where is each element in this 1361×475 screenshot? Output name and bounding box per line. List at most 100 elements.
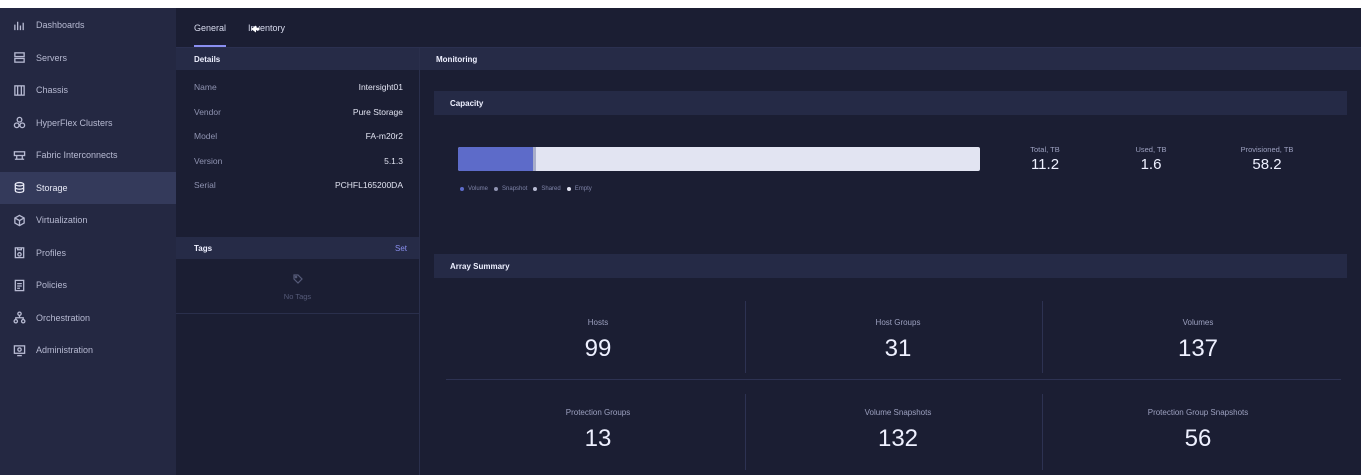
sidebar-item-administration[interactable]: Administration [0, 334, 176, 367]
legend-item-shared: Shared [533, 186, 561, 192]
capacity-bar-snapshot [532, 147, 536, 171]
legend-item-volume: Volume [460, 186, 488, 192]
metric-value: 1.6 [1140, 156, 1162, 173]
tab-general[interactable]: General [194, 23, 234, 47]
summary-label: Host Groups [875, 317, 921, 327]
sidebar-item-label: Policies [36, 280, 68, 291]
details-title: Details [194, 54, 221, 64]
virtualization-icon [12, 213, 26, 227]
summary-value: 31 [884, 334, 912, 362]
details-row-version: Version 5.1.3 [176, 149, 419, 174]
sidebar: Dashboards Servers Chassis HyperFlex Clu… [0, 8, 176, 475]
tab-bar: General Inventory [176, 8, 1361, 48]
details-row-vendor: Vendor Pure Storage [176, 100, 419, 125]
orchestration-icon [12, 311, 26, 325]
sidebar-item-label: Fabric Interconnects [36, 150, 118, 161]
chassis-icon [12, 83, 26, 97]
summary-divider [446, 379, 1341, 380]
sidebar-item-label: Chassis [36, 85, 69, 96]
details-header: Details [176, 48, 419, 70]
summary-divider [745, 301, 746, 373]
legend-item-empty: Empty [566, 186, 592, 192]
summary-value: 56 [1184, 424, 1212, 452]
tag-icon [292, 271, 303, 289]
capacity-title: Capacity [450, 98, 484, 108]
details-key: Name [194, 82, 217, 93]
storage-icon [12, 181, 26, 195]
sidebar-item-hyperflex-clusters[interactable]: HyperFlex Clusters [0, 107, 176, 140]
details-panel: Details Name Intersight01 Vendor Pure St… [176, 48, 420, 475]
details-row-name: Name Intersight01 [176, 75, 419, 100]
metric-value: 11.2 [1030, 156, 1060, 173]
monitoring-title: Monitoring [436, 54, 478, 64]
sidebar-item-label: Servers [36, 52, 68, 63]
legend-item-snapshot: Snapshot [494, 186, 527, 192]
sidebar-item-storage[interactable]: Storage [0, 171, 176, 204]
summary-divider [1042, 301, 1043, 373]
metric-value: 58.2 [1252, 156, 1282, 173]
content-area: Details Name Intersight01 Vendor Pure St… [176, 48, 1361, 475]
sidebar-item-profiles[interactable]: Profiles [0, 237, 176, 270]
summary-divider [745, 394, 746, 470]
policies-icon [12, 278, 26, 292]
profiles-icon [12, 246, 26, 260]
tags-header: Tags Set [176, 237, 419, 259]
details-value: 5.1.3 [384, 155, 403, 166]
sidebar-item-orchestration[interactable]: Orchestration [0, 302, 176, 335]
details-value: Pure Storage [352, 106, 403, 117]
sidebar-item-label: Orchestration [36, 312, 91, 323]
summary-value: 132 [877, 424, 919, 452]
sidebar-item-virtualization[interactable]: Virtualization [0, 204, 176, 237]
details-value: FA-m20r2 [365, 131, 403, 142]
set-tags-link[interactable]: Set [395, 244, 407, 253]
sidebar-item-fabric-interconnects[interactable]: Fabric Interconnects [0, 139, 176, 172]
summary-value: 137 [1177, 334, 1219, 362]
summary-volume-snapshots: Volume Snapshots 132 [748, 394, 1048, 466]
summary-host-groups: Host Groups 31 [748, 304, 1048, 376]
details-key: Version [194, 155, 223, 166]
summary-hosts: Hosts 99 [448, 304, 748, 376]
administration-icon [12, 343, 26, 357]
no-tags-text: No Tags [283, 292, 312, 301]
metric-used: Used, TB 1.6 [1122, 145, 1180, 173]
summary-volumes: Volumes 137 [1048, 304, 1348, 376]
array-summary-title: Array Summary [450, 261, 510, 271]
sidebar-item-label: Virtualization [36, 215, 88, 226]
summary-protection-group-snapshots: Protection Group Snapshots 56 [1048, 394, 1348, 466]
summary-value: 13 [584, 424, 612, 452]
sidebar-item-dashboards[interactable]: Dashboards [0, 9, 176, 42]
metric-label: Total, TB [1030, 145, 1060, 154]
summary-protection-groups: Protection Groups 13 [448, 394, 748, 466]
capacity-bar-used [458, 147, 533, 171]
sidebar-item-label: Storage [36, 182, 68, 193]
mouse-cursor-icon [251, 25, 260, 33]
sidebar-item-policies[interactable]: Policies [0, 269, 176, 302]
tags-title: Tags [194, 243, 213, 253]
details-key: Vendor [194, 106, 221, 117]
details-key: Model [194, 131, 218, 142]
main-area: General Inventory Details Name Intersigh… [176, 8, 1361, 475]
sidebar-item-servers[interactable]: Servers [0, 42, 176, 75]
array-summary-header: Array Summary [434, 254, 1347, 278]
details-row-model: Model FA-m20r2 [176, 124, 419, 149]
sidebar-item-label: Administration [36, 345, 94, 356]
metric-label: Provisioned, TB [1240, 145, 1294, 154]
tags-empty-state: No Tags [176, 259, 419, 314]
details-key: Serial [194, 180, 216, 191]
summary-divider [1042, 394, 1043, 470]
details-row-serial: Serial PCHFL165200DA [176, 173, 419, 198]
metric-total: Total, TB 11.2 [1016, 145, 1074, 173]
summary-label: Volume Snapshots [864, 407, 932, 417]
monitoring-header: Monitoring [420, 48, 1361, 70]
capacity-header: Capacity [434, 91, 1347, 115]
details-list: Name Intersight01 Vendor Pure Storage Mo… [176, 70, 419, 237]
fabric-icon [12, 148, 26, 162]
sidebar-item-label: Profiles [36, 247, 67, 258]
summary-label: Hosts [587, 317, 609, 327]
sidebar-item-chassis[interactable]: Chassis [0, 74, 176, 107]
capacity-bar [458, 147, 980, 171]
capacity-legend: Volume Snapshot Shared Empty [460, 186, 592, 192]
summary-label: Protection Groups [565, 407, 631, 417]
dashboards-icon [12, 18, 26, 32]
metric-provisioned: Provisioned, TB 58.2 [1222, 145, 1312, 173]
